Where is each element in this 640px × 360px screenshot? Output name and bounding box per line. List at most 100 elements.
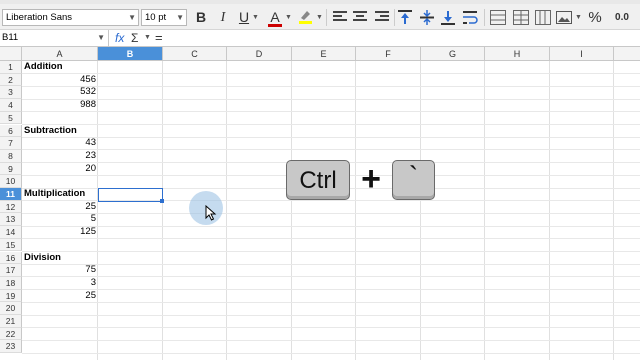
row-header[interactable]: 22 (0, 327, 22, 341)
column-header-d[interactable]: D (227, 47, 292, 61)
underline-button[interactable]: U (235, 8, 253, 27)
row-header[interactable]: 19 (0, 289, 22, 303)
active-cell-b11[interactable] (98, 188, 163, 202)
row-header[interactable]: 20 (0, 302, 22, 315)
column-header-e[interactable]: E (292, 47, 356, 61)
align-left-icon[interactable] (333, 11, 347, 24)
bold-button[interactable]: B (192, 8, 210, 27)
align-middle-icon[interactable] (420, 10, 434, 25)
row-header[interactable]: 10 (0, 175, 22, 188)
row-icon[interactable] (513, 10, 529, 25)
image-icon[interactable] (556, 10, 574, 25)
row-header[interactable]: 12 (0, 200, 22, 214)
row-header[interactable]: 13 (0, 213, 22, 227)
grid-line (22, 98, 640, 100)
grid-line (22, 136, 640, 138)
chevron-down-icon[interactable]: ▼ (97, 30, 105, 46)
chevron-down-icon[interactable]: ▼ (144, 34, 151, 41)
row-header[interactable]: 16 (0, 251, 22, 265)
cell-a18[interactable]: 3 (24, 277, 96, 290)
chevron-down-icon[interactable]: ▼ (285, 14, 292, 21)
column-header-j[interactable] (614, 47, 640, 61)
percent-button[interactable]: % (586, 8, 604, 27)
row-header[interactable]: 14 (0, 226, 22, 239)
cell-a2[interactable]: 456 (24, 74, 96, 87)
row-header[interactable]: 6 (0, 124, 22, 138)
cell-a8[interactable]: 23 (24, 150, 96, 163)
toolbar-separator (484, 9, 485, 26)
font-name-combo[interactable]: Liberation Sans ▼ (2, 9, 139, 26)
row-header[interactable]: 18 (0, 276, 22, 290)
highlight-button[interactable] (296, 8, 314, 27)
cell-a19[interactable]: 25 (24, 290, 96, 303)
row-header[interactable]: 23 (0, 340, 22, 354)
row-header[interactable]: 5 (0, 111, 22, 125)
cell-a4[interactable]: 988 (24, 99, 96, 112)
cell-a9[interactable]: 20 (24, 163, 96, 176)
grid-line (22, 352, 640, 354)
chevron-down-icon[interactable]: ▼ (316, 14, 323, 21)
row-header[interactable]: 1 (0, 61, 22, 74)
cell-a6[interactable]: Subtraction (24, 125, 77, 138)
cell-a16[interactable]: Division (24, 252, 61, 265)
chevron-down-icon[interactable]: ▼ (252, 14, 259, 21)
grid-line (22, 85, 640, 87)
align-right-icon[interactable] (375, 11, 389, 24)
align-center-icon[interactable] (353, 11, 367, 24)
select-all-corner[interactable] (0, 47, 22, 61)
cell-a1[interactable]: Addition (24, 61, 63, 74)
plus-sign: + (361, 160, 381, 198)
grid-line (22, 289, 640, 291)
cell-a11[interactable]: Multiplication (24, 188, 85, 201)
chevron-down-icon[interactable]: ▼ (128, 10, 136, 25)
formula-input[interactable] (170, 31, 638, 45)
cell-a13[interactable]: 5 (24, 213, 96, 226)
sum-icon[interactable]: Σ (131, 30, 138, 46)
toolbar-separator (326, 9, 327, 26)
name-box[interactable]: B11 ▼ (0, 30, 109, 46)
row-header[interactable]: 7 (0, 137, 22, 150)
spreadsheet-grid[interactable]: A B C D E F G H I 1 2 3 4 5 6 7 8 9 10 1… (0, 47, 640, 360)
merge-cells-icon[interactable] (490, 10, 506, 25)
column-header-c[interactable]: C (163, 47, 227, 61)
row-header[interactable]: 4 (0, 99, 22, 112)
row-header-selected[interactable]: 11 (0, 188, 22, 201)
cell-reference: B11 (2, 32, 19, 43)
column-header-h[interactable]: H (485, 47, 550, 61)
function-wizard-icon[interactable]: fx (115, 30, 124, 46)
grid-line (22, 339, 640, 341)
row-header[interactable]: 9 (0, 162, 22, 176)
cell-a7[interactable]: 43 (24, 137, 96, 150)
chevron-down-icon[interactable]: ▼ (176, 10, 184, 25)
column-header-f[interactable]: F (356, 47, 421, 61)
column-header-b[interactable]: B (98, 47, 163, 61)
wrap-text-icon[interactable] (463, 10, 478, 25)
column-icon[interactable] (535, 10, 551, 25)
row-header[interactable]: 21 (0, 315, 22, 328)
column-header-i[interactable]: I (550, 47, 614, 61)
fill-handle[interactable] (160, 199, 164, 203)
cell-a17[interactable]: 75 (24, 264, 96, 277)
row-header[interactable]: 2 (0, 73, 22, 87)
row-header[interactable]: 3 (0, 86, 22, 100)
italic-button[interactable]: I (214, 8, 232, 27)
decimal-format-button[interactable]: 0.0 (607, 8, 637, 27)
row-header[interactable]: 17 (0, 264, 22, 277)
grid-line (22, 301, 640, 303)
align-bottom-icon[interactable] (441, 10, 455, 25)
chevron-down-icon[interactable]: ▼ (575, 14, 582, 21)
font-size-combo[interactable]: 10 pt ▼ (141, 9, 187, 26)
row-header[interactable]: 15 (0, 238, 22, 252)
font-name-value: Liberation Sans (6, 12, 73, 23)
cell-a12[interactable]: 25 (24, 201, 96, 214)
font-color-button[interactable]: A (266, 8, 284, 27)
grid-line (22, 251, 640, 252)
cell-a14[interactable]: 125 (24, 226, 96, 239)
column-header-a[interactable]: A (22, 47, 98, 61)
row-header[interactable]: 8 (0, 149, 22, 163)
column-header-g[interactable]: G (421, 47, 485, 61)
align-top-icon[interactable] (398, 10, 412, 25)
formula-icon[interactable]: = (155, 30, 163, 46)
cell-a3[interactable]: 532 (24, 86, 96, 99)
formula-bar: B11 ▼ fx Σ ▼ = (0, 30, 640, 47)
